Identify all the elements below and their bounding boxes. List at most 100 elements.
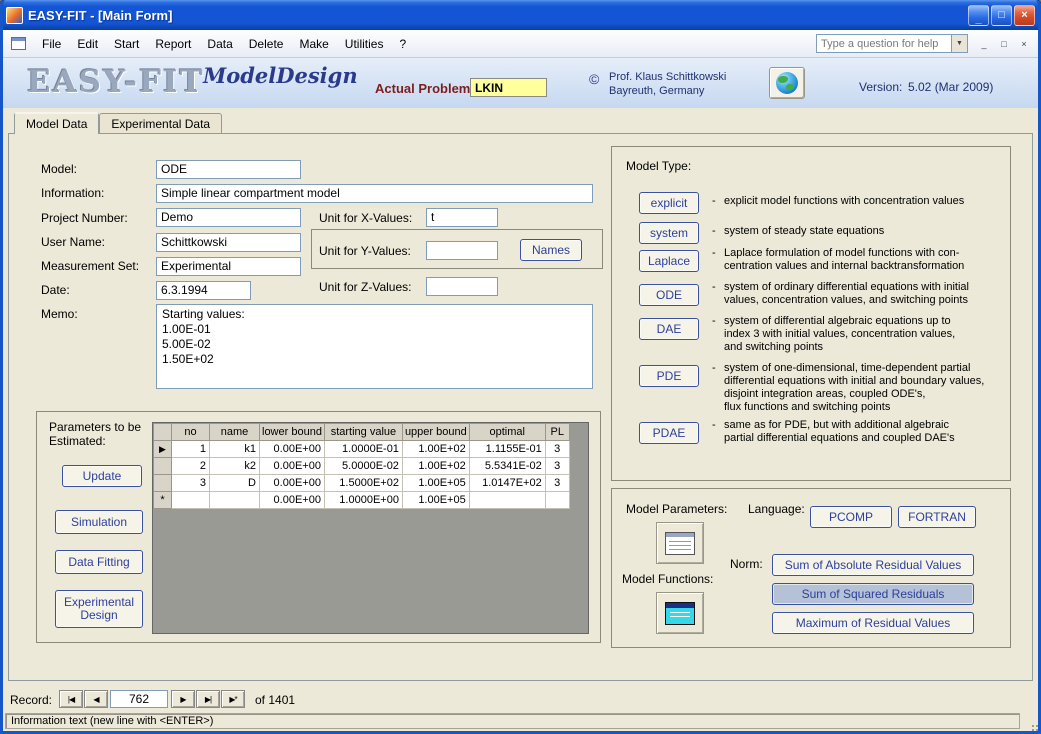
date-field[interactable]: 6.3.1994 — [156, 281, 251, 300]
project-number-field[interactable]: Demo — [156, 208, 301, 227]
unit-z-field[interactable] — [426, 277, 498, 296]
user-name-field[interactable]: Schittkowski — [156, 233, 301, 252]
row-selector[interactable]: * — [153, 491, 172, 509]
table-row: 3 D 0.00E+00 1.5000E+02 1.00E+05 1.0147E… — [153, 474, 570, 492]
model-type-laplace-button[interactable]: Laplace — [639, 250, 699, 272]
cell[interactable] — [171, 491, 210, 509]
tab-model-data[interactable]: Model Data — [14, 112, 100, 134]
table-header-row: no name lower bound starting value upper… — [153, 423, 570, 441]
cell[interactable]: 1.0000E+00 — [323, 491, 403, 509]
cell[interactable]: 0.00E+00 — [259, 440, 325, 458]
cell[interactable]: 1.00E+05 — [401, 474, 470, 492]
cell[interactable]: 0.00E+00 — [259, 491, 325, 509]
record-number-field[interactable]: 762 — [110, 690, 168, 708]
author-location: Bayreuth, Germany — [609, 85, 705, 97]
cell[interactable]: 2 — [171, 457, 210, 475]
measurement-set-field[interactable]: Experimental — [156, 257, 301, 276]
child-close-button[interactable]: × — [1016, 36, 1032, 51]
cell[interactable]: 0.00E+00 — [259, 457, 325, 475]
model-type-dae-button[interactable]: DAE — [639, 318, 699, 340]
new-record-button[interactable]: ▶* — [221, 690, 245, 708]
update-button[interactable]: Update — [62, 465, 142, 487]
model-type-system-button[interactable]: system — [639, 222, 699, 244]
unit-y-field[interactable] — [426, 241, 498, 260]
bullet: - — [712, 419, 716, 431]
data-fitting-button[interactable]: Data Fitting — [55, 550, 143, 574]
row-selector[interactable] — [153, 457, 172, 475]
cell[interactable]: 1.0147E+02 — [468, 474, 546, 492]
model-type-pdae-button[interactable]: PDAE — [639, 422, 699, 444]
cell[interactable]: 1.00E+02 — [401, 440, 470, 458]
selector-header — [153, 423, 172, 441]
memo-field[interactable]: Starting values: 1.00E-01 5.00E-02 1.50E… — [156, 304, 593, 389]
menu-edit[interactable]: Edit — [69, 33, 106, 55]
cell[interactable]: D — [209, 474, 260, 492]
menu-data[interactable]: Data — [199, 33, 240, 55]
cell[interactable] — [544, 491, 570, 509]
names-button[interactable]: Names — [520, 239, 582, 261]
model-type-dae-desc: system of differential algebraic equatio… — [724, 315, 956, 353]
norm-label: Norm: — [730, 557, 763, 571]
window-title: EASY-FIT - [Main Form] — [28, 7, 173, 23]
menu-report[interactable]: Report — [147, 33, 199, 55]
row-selector[interactable]: ▶ — [153, 440, 172, 458]
help-search[interactable]: Type a question for help ▼ — [816, 34, 968, 53]
cell[interactable]: 5.0000E-02 — [323, 457, 403, 475]
model-type-explicit-button[interactable]: explicit — [639, 192, 699, 214]
menu-start[interactable]: Start — [106, 33, 147, 55]
form-icon[interactable] — [11, 37, 26, 50]
cell[interactable]: k2 — [209, 457, 260, 475]
cell[interactable]: 3 — [544, 457, 570, 475]
child-restore-button[interactable]: □ — [996, 36, 1012, 51]
cell[interactable]: 1.00E+02 — [401, 457, 470, 475]
previous-record-button[interactable]: ◀ — [84, 690, 108, 708]
first-record-button[interactable]: |◀ — [59, 690, 83, 708]
model-type-pde-button[interactable]: PDE — [639, 365, 699, 387]
cell[interactable]: k1 — [209, 440, 260, 458]
chevron-down-icon[interactable]: ▼ — [951, 35, 967, 52]
model-type-ode-button[interactable]: ODE — [639, 284, 699, 306]
norm-absolute-button[interactable]: Sum of Absolute Residual Values — [772, 554, 974, 576]
cell[interactable]: 5.5341E-02 — [468, 457, 546, 475]
maximize-button[interactable]: □ — [991, 4, 1012, 26]
cell[interactable]: 1.0000E-01 — [323, 440, 403, 458]
website-button[interactable] — [769, 67, 805, 99]
menu-make[interactable]: Make — [291, 33, 336, 55]
close-button[interactable]: × — [1014, 4, 1035, 26]
row-selector[interactable] — [153, 474, 172, 492]
menu-help[interactable]: ? — [391, 33, 414, 55]
child-minimize-button[interactable]: _ — [976, 36, 992, 51]
fortran-button[interactable]: FORTRAN — [898, 506, 976, 528]
next-record-button[interactable]: ▶ — [171, 690, 195, 708]
resize-grip-icon[interactable] — [1032, 725, 1034, 727]
menu-file[interactable]: File — [34, 33, 69, 55]
cell[interactable]: 1.00E+05 — [401, 491, 470, 509]
simulation-button[interactable]: Simulation — [55, 510, 143, 534]
help-search-placeholder: Type a question for help — [821, 37, 939, 50]
model-parameters-button[interactable] — [656, 522, 704, 564]
cell[interactable]: 1.5000E+02 — [323, 474, 403, 492]
experimental-design-button[interactable]: Experimental Design — [55, 590, 143, 628]
information-field[interactable]: Simple linear compartment model — [156, 184, 593, 203]
model-type-pdae-desc: same as for PDE, but with additional alg… — [724, 419, 955, 444]
model-functions-button[interactable] — [656, 592, 704, 634]
cell[interactable]: 3 — [544, 474, 570, 492]
tab-experimental-data[interactable]: Experimental Data — [99, 113, 223, 133]
norm-maximum-button[interactable]: Maximum of Residual Values — [772, 612, 974, 634]
last-record-button[interactable]: ▶| — [196, 690, 220, 708]
cell[interactable]: 1.1155E-01 — [468, 440, 546, 458]
cell[interactable] — [468, 491, 546, 509]
minimize-button[interactable]: _ — [968, 4, 989, 26]
menu-delete[interactable]: Delete — [241, 33, 292, 55]
cell[interactable] — [209, 491, 260, 509]
pcomp-button[interactable]: PCOMP — [810, 506, 892, 528]
norm-squared-button[interactable]: Sum of Squared Residuals — [772, 583, 974, 605]
cell[interactable]: 1 — [171, 440, 210, 458]
cell[interactable]: 0.00E+00 — [259, 474, 325, 492]
menu-utilities[interactable]: Utilities — [337, 33, 392, 55]
model-field[interactable]: ODE — [156, 160, 301, 179]
cell[interactable]: 3 — [544, 440, 570, 458]
actual-problem-field[interactable]: LKIN — [470, 78, 547, 97]
cell[interactable]: 3 — [171, 474, 210, 492]
unit-x-field[interactable]: t — [426, 208, 498, 227]
